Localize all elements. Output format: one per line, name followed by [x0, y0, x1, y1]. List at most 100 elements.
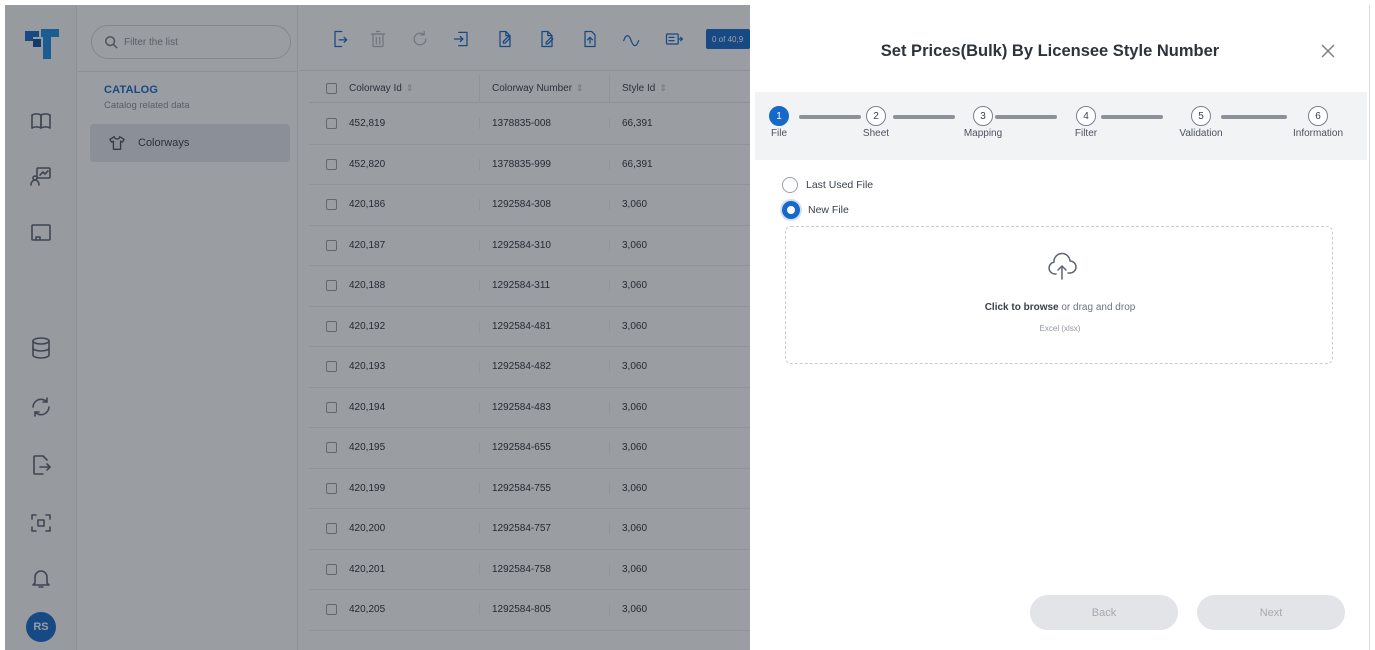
sidebar-item-label: Colorways	[138, 137, 190, 149]
table-row[interactable]: 452,820 1378835-999 66,391	[309, 145, 750, 185]
table-row[interactable]: 420,188 1292584-311 3,060	[309, 266, 750, 307]
table-row[interactable]: 420,201 1292584-758 3,060	[309, 550, 750, 590]
cell-colorway-id: 420,205	[349, 604, 386, 616]
radio-button[interactable]	[782, 177, 798, 193]
user-avatar[interactable]: RS	[26, 612, 56, 642]
select-all-checkbox[interactable]	[325, 83, 337, 94]
scan-icon[interactable]	[28, 510, 54, 536]
list-export-icon[interactable]	[663, 28, 685, 50]
cell-style-id: 3,060	[609, 280, 750, 292]
cell-colorway-number: 1292584-481	[479, 320, 609, 332]
cell-style-id: 3,060	[609, 563, 750, 575]
table-body: 452,819 1378835-008 66,391 452,820 1378835-…	[309, 104, 750, 631]
cell-colorway-number: 1292584-655	[479, 442, 609, 454]
board-icon[interactable]	[28, 220, 54, 246]
column-header-label: Colorway Number	[492, 83, 573, 94]
export-icon[interactable]	[329, 28, 351, 50]
file-dropzone[interactable]: Click to browse or drag and drop Excel (…	[785, 226, 1333, 364]
browse-link[interactable]: Click to browse	[985, 302, 1059, 313]
row-checkbox-cell	[309, 118, 349, 130]
cell-colorway-number: 1292584-482	[479, 361, 609, 373]
wave-icon[interactable]	[621, 28, 643, 50]
row-checkbox-cell	[309, 199, 349, 211]
row-checkbox[interactable]	[325, 604, 337, 616]
step-information[interactable]: 6 Information	[1283, 106, 1353, 139]
sort-icon[interactable]: ⇕	[659, 83, 667, 94]
row-checkbox[interactable]	[325, 482, 337, 494]
file-edit-alt-icon[interactable]	[536, 28, 558, 50]
column-header-colorway-id[interactable]: Colorway Id ⇕	[349, 75, 479, 102]
column-header-colorway-number[interactable]: Colorway Number ⇕	[479, 75, 609, 102]
row-checkbox[interactable]	[325, 361, 337, 373]
sort-icon[interactable]: ⇕	[406, 83, 414, 94]
row-checkbox[interactable]	[325, 118, 337, 130]
row-checkbox[interactable]	[325, 523, 337, 535]
table-row[interactable]: 420,193 1292584-482 3,060	[309, 347, 750, 388]
step-label: Filter	[1074, 128, 1098, 139]
step-validation[interactable]: 5 Validation	[1166, 106, 1236, 139]
column-header-style-id[interactable]: Style Id ⇕	[609, 75, 750, 102]
file-edit-icon[interactable]	[494, 28, 516, 50]
table-row[interactable]: 452,819 1378835-008 66,391	[309, 104, 750, 145]
step-filter[interactable]: 4 Filter	[1051, 106, 1121, 139]
step-number: 4	[1076, 106, 1096, 126]
presentation-icon[interactable]	[28, 163, 54, 189]
row-checkbox[interactable]	[325, 442, 337, 454]
radio-button-selected[interactable]	[782, 201, 800, 219]
table-row[interactable]: 420,195 1292584-655 3,060	[309, 428, 750, 469]
filter-input[interactable]	[124, 36, 274, 48]
filter-box[interactable]	[91, 25, 291, 59]
sort-icon[interactable]: ⇕	[576, 83, 584, 94]
step-label: Sheet	[862, 128, 890, 139]
row-checkbox-cell	[309, 401, 349, 413]
app-logo[interactable]	[23, 27, 61, 61]
cell-style-id: 3,060	[609, 361, 750, 373]
cell-colorway-id: 420,195	[349, 442, 386, 454]
row-checkbox[interactable]	[325, 401, 337, 413]
table-row[interactable]: 420,186 1292584-308 3,060	[309, 185, 750, 226]
step-label: Validation	[1179, 128, 1223, 139]
step-number: 6	[1308, 106, 1328, 126]
cell-style-id: 3,060	[609, 482, 750, 494]
import-icon[interactable]	[451, 28, 473, 50]
file-upload-icon[interactable]	[579, 28, 601, 50]
row-checkbox[interactable]	[325, 158, 337, 170]
sidebar-item-colorways[interactable]: Colorways	[90, 124, 290, 162]
row-checkbox-cell	[309, 523, 349, 535]
export-icon[interactable]	[28, 452, 54, 478]
book-icon[interactable]	[28, 108, 54, 134]
close-icon	[1321, 44, 1335, 58]
row-checkbox[interactable]	[325, 320, 337, 332]
next-button[interactable]: Next	[1197, 595, 1345, 630]
cell-colorway-number: 1292584-311	[479, 280, 609, 292]
refresh-icon[interactable]	[409, 28, 431, 50]
table-row[interactable]: 420,205 1292584-805 3,060	[309, 590, 750, 631]
bell-icon[interactable]	[28, 565, 54, 591]
cell-style-id: 3,060	[609, 401, 750, 413]
radio-new-file[interactable]: New File	[782, 201, 849, 219]
table-row[interactable]: 420,194 1292584-483 3,060	[309, 388, 750, 428]
close-button[interactable]	[1318, 41, 1338, 61]
cell-colorway-number: 1292584-483	[479, 401, 609, 413]
cell-colorway-id: 420,192	[349, 320, 386, 332]
step-file[interactable]: 1 File	[744, 106, 814, 139]
table-row[interactable]: 420,187 1292584-310 3,060	[309, 226, 750, 266]
row-checkbox[interactable]	[325, 199, 337, 211]
row-checkbox[interactable]	[325, 563, 337, 575]
row-checkbox[interactable]	[325, 239, 337, 251]
row-checkbox[interactable]	[325, 280, 337, 292]
table-row[interactable]: 420,199 1292584-755 3,060	[309, 469, 750, 509]
sync-icon[interactable]	[28, 394, 54, 420]
radio-last-used-file[interactable]: Last Used File	[782, 177, 873, 193]
table-row[interactable]: 420,192 1292584-481 3,060	[309, 307, 750, 347]
step-number: 3	[973, 106, 993, 126]
step-mapping[interactable]: 3 Mapping	[948, 106, 1018, 139]
back-button[interactable]: Back	[1030, 595, 1178, 630]
delete-icon[interactable]	[367, 28, 389, 50]
row-checkbox-cell	[309, 563, 349, 575]
step-sheet[interactable]: 2 Sheet	[841, 106, 911, 139]
catalog-section-subtitle: Catalog related data	[104, 100, 190, 111]
database-icon[interactable]	[28, 335, 54, 361]
table-row[interactable]: 420,200 1292584-757 3,060	[309, 509, 750, 550]
column-header-label: Colorway Id	[349, 83, 402, 94]
